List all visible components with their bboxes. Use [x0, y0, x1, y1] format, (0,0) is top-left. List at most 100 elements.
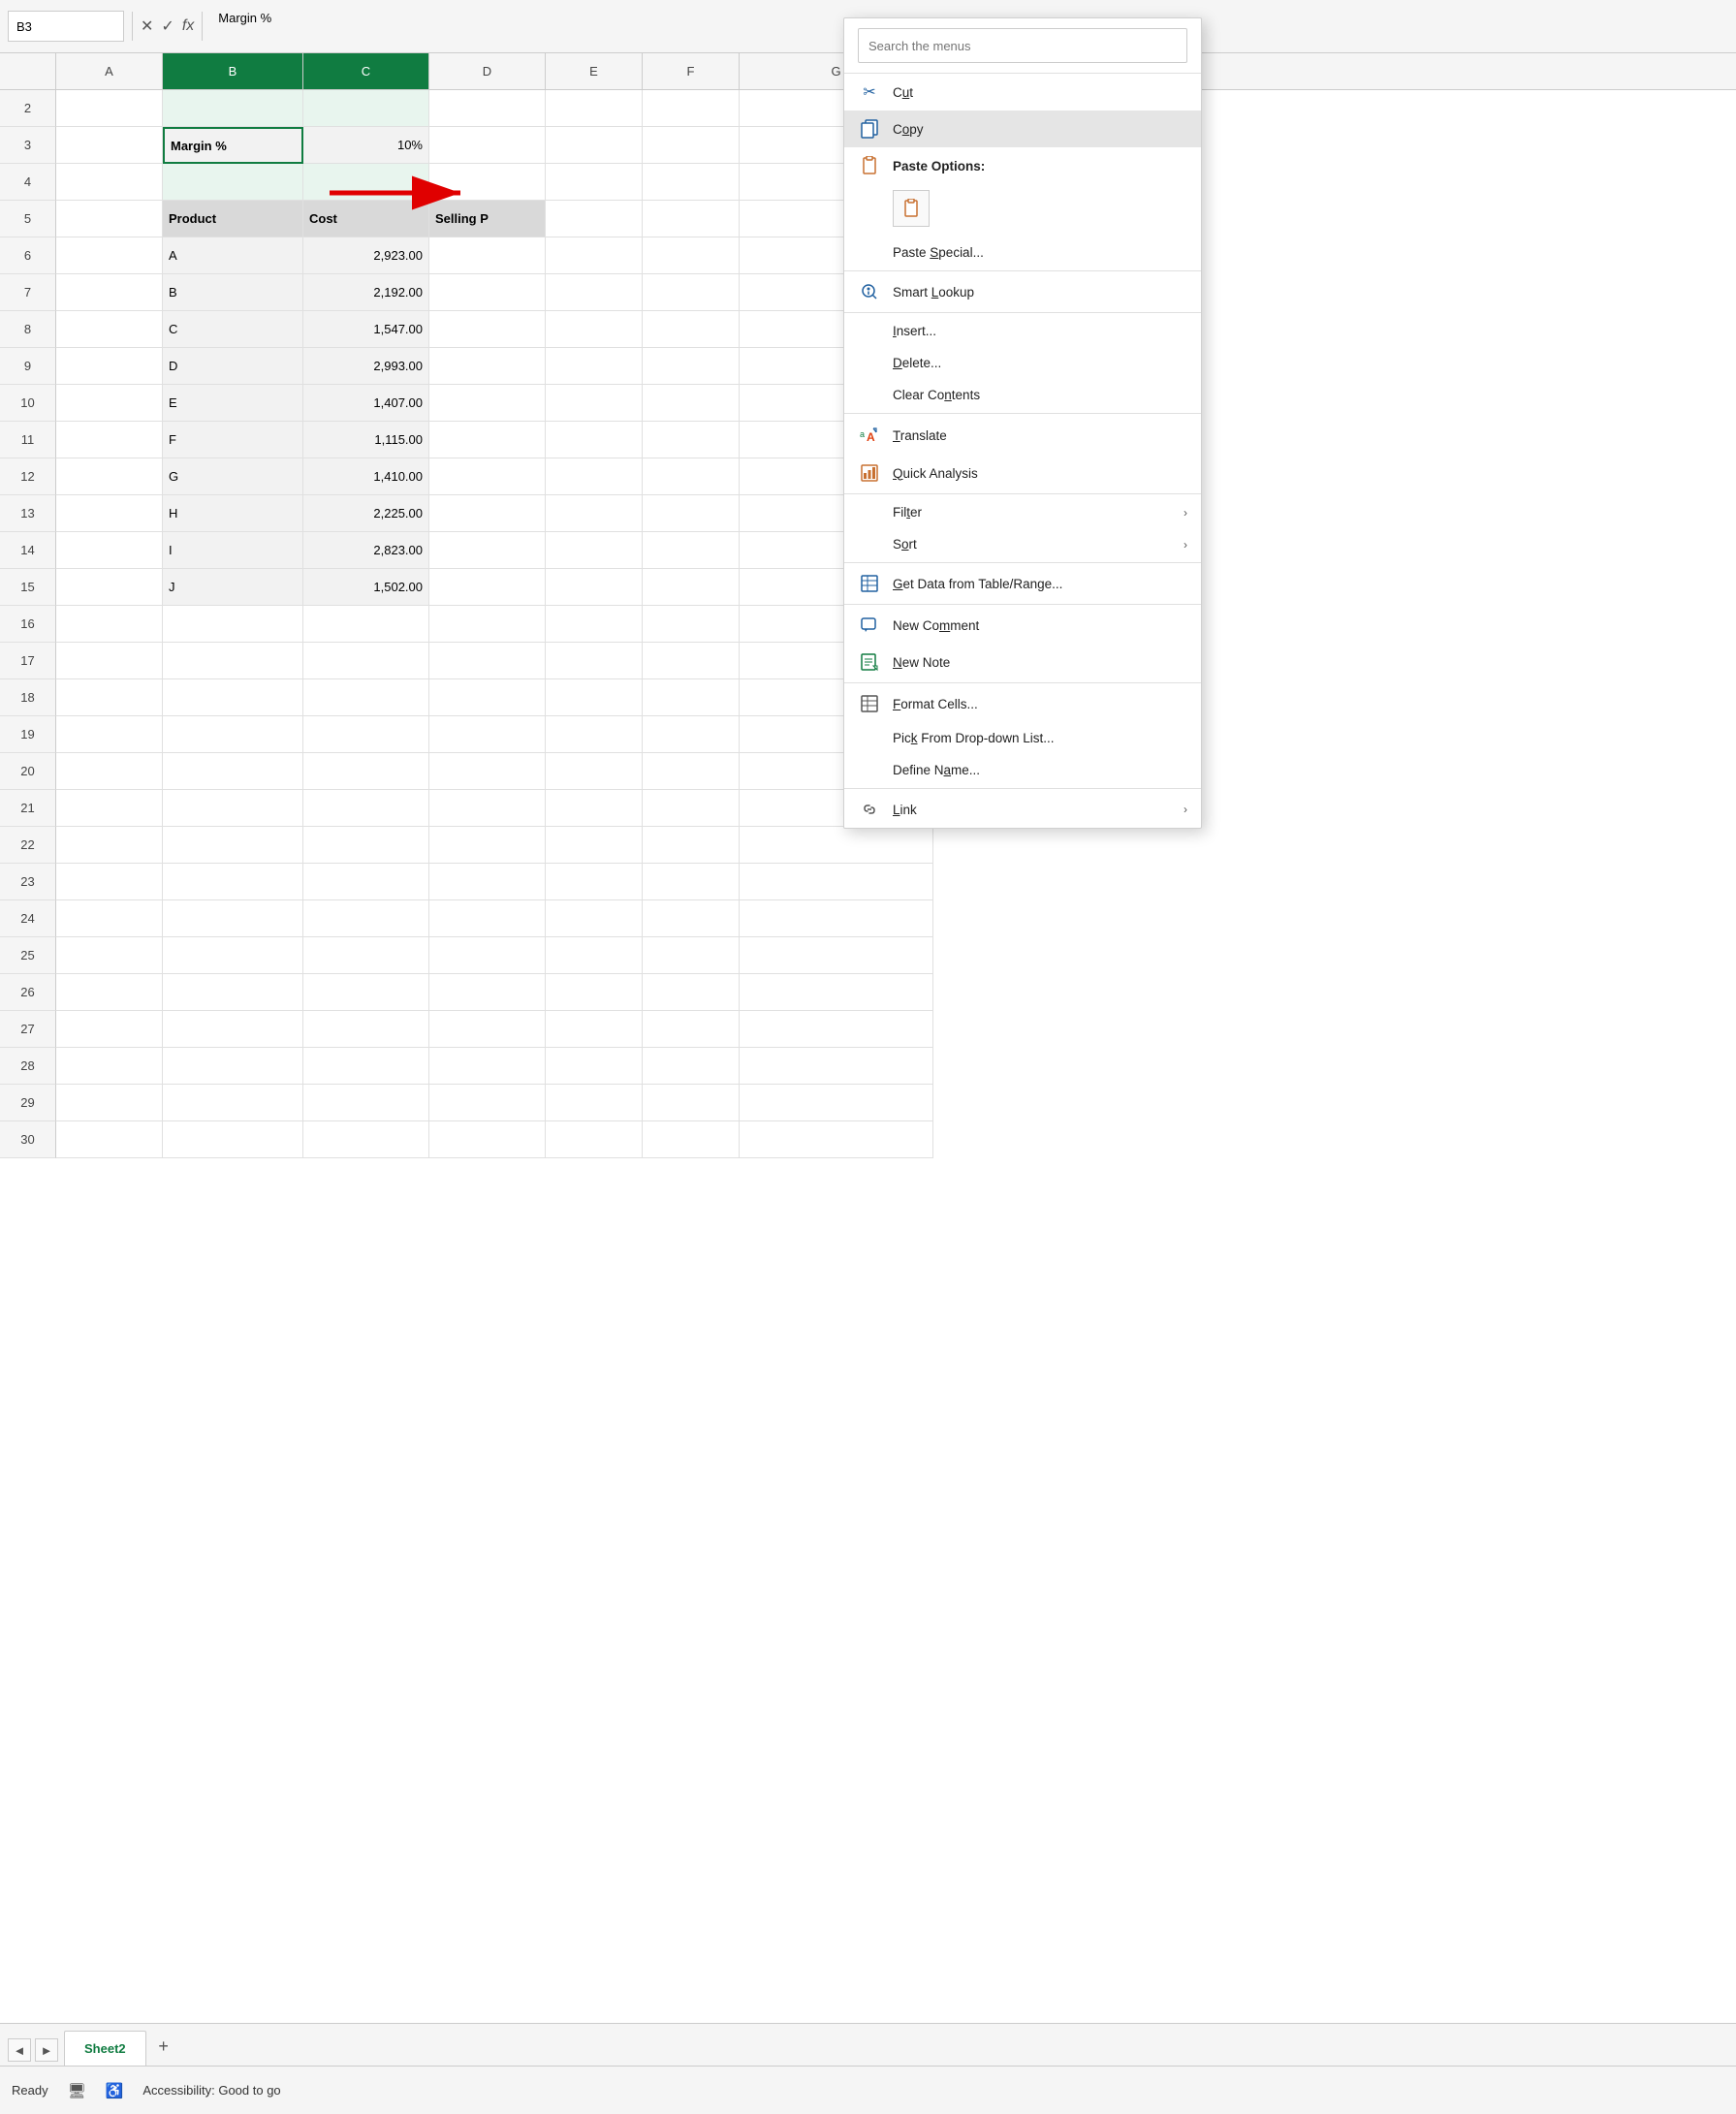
cell-f7[interactable] [643, 274, 740, 311]
cell-c6[interactable]: 2,923.00 [303, 237, 429, 274]
menu-item-smart-lookup[interactable]: Smart Lookup [844, 273, 1201, 310]
cell-b9[interactable]: D [163, 348, 303, 385]
col-header-c[interactable]: C [303, 53, 429, 89]
cell-b4[interactable] [163, 164, 303, 201]
cell-b10[interactable]: E [163, 385, 303, 422]
cell-f3[interactable] [643, 127, 740, 164]
cell-a14[interactable] [56, 532, 163, 569]
cell-c3[interactable]: 10% [303, 127, 429, 164]
cell-a15[interactable] [56, 569, 163, 606]
paste-icon-btn[interactable] [893, 190, 930, 227]
cell-f15[interactable] [643, 569, 740, 606]
cell-a12[interactable] [56, 458, 163, 495]
cell-a13[interactable] [56, 495, 163, 532]
menu-item-link[interactable]: Link › [844, 791, 1201, 828]
cell-f5[interactable] [643, 201, 740, 237]
cell-d8[interactable] [429, 311, 546, 348]
cell-f11[interactable] [643, 422, 740, 458]
menu-item-quick-analysis[interactable]: Quick Analysis [844, 455, 1201, 491]
cell-d10[interactable] [429, 385, 546, 422]
cell-e3[interactable] [546, 127, 643, 164]
cell-d7[interactable] [429, 274, 546, 311]
cell-a4[interactable] [56, 164, 163, 201]
fx-icon[interactable]: fx [182, 17, 194, 35]
cell-f12[interactable] [643, 458, 740, 495]
cell-e8[interactable] [546, 311, 643, 348]
sheet-tab-sheet2[interactable]: Sheet2 [64, 2031, 146, 2066]
col-header-a[interactable]: A [56, 53, 163, 89]
cell-f10[interactable] [643, 385, 740, 422]
cell-d11[interactable] [429, 422, 546, 458]
cell-d2[interactable] [429, 90, 546, 127]
menu-item-paste-special[interactable]: Paste Special... [844, 237, 1201, 268]
cell-d3[interactable] [429, 127, 546, 164]
menu-item-new-note[interactable]: New Note [844, 644, 1201, 680]
sheet-tab-add-button[interactable]: + [148, 2031, 179, 2062]
cell-c14[interactable]: 2,823.00 [303, 532, 429, 569]
menu-item-format-cells[interactable]: Format Cells... [844, 685, 1201, 722]
cell-f2[interactable] [643, 90, 740, 127]
cell-b7[interactable]: B [163, 274, 303, 311]
menu-item-get-data[interactable]: Get Data from Table/Range... [844, 565, 1201, 602]
menu-search-input[interactable] [858, 28, 1187, 63]
cell-e5[interactable] [546, 201, 643, 237]
cell-c13[interactable]: 2,225.00 [303, 495, 429, 532]
cell-c7[interactable]: 2,192.00 [303, 274, 429, 311]
cell-d13[interactable] [429, 495, 546, 532]
select-all-corner[interactable] [0, 53, 56, 89]
cell-a9[interactable] [56, 348, 163, 385]
cell-e10[interactable] [546, 385, 643, 422]
cell-c12[interactable]: 1,410.00 [303, 458, 429, 495]
col-header-d[interactable]: D [429, 53, 546, 89]
menu-item-clear-contents[interactable]: Clear Contents [844, 379, 1201, 411]
cell-f14[interactable] [643, 532, 740, 569]
cell-b2[interactable] [163, 90, 303, 127]
cell-d6[interactable] [429, 237, 546, 274]
cell-c9[interactable]: 2,993.00 [303, 348, 429, 385]
menu-item-define-name[interactable]: Define Name... [844, 754, 1201, 786]
cell-b13[interactable]: H [163, 495, 303, 532]
cell-e11[interactable] [546, 422, 643, 458]
cell-f6[interactable] [643, 237, 740, 274]
cell-b6[interactable]: A [163, 237, 303, 274]
sheet-nav-next-btn[interactable]: ► [35, 2038, 58, 2062]
menu-item-sort[interactable]: Sort › [844, 528, 1201, 560]
col-header-f[interactable]: F [643, 53, 740, 89]
menu-item-paste-options[interactable]: Paste Options: [844, 147, 1201, 184]
cell-a6[interactable] [56, 237, 163, 274]
cell-d9[interactable] [429, 348, 546, 385]
cell-d15[interactable] [429, 569, 546, 606]
cell-e9[interactable] [546, 348, 643, 385]
cell-c2[interactable] [303, 90, 429, 127]
col-header-e[interactable]: E [546, 53, 643, 89]
col-header-b[interactable]: B [163, 53, 303, 89]
menu-item-translate[interactable]: a A Translate [844, 416, 1201, 455]
cell-e12[interactable] [546, 458, 643, 495]
cell-c11[interactable]: 1,115.00 [303, 422, 429, 458]
confirm-icon[interactable]: ✓ [161, 16, 174, 36]
cell-a5[interactable] [56, 201, 163, 237]
menu-item-copy[interactable]: Copy [844, 110, 1201, 147]
menu-item-filter[interactable]: Filter › [844, 496, 1201, 528]
cell-a8[interactable] [56, 311, 163, 348]
cell-d12[interactable] [429, 458, 546, 495]
cell-f9[interactable] [643, 348, 740, 385]
cell-a3[interactable] [56, 127, 163, 164]
cell-a11[interactable] [56, 422, 163, 458]
cell-b14[interactable]: I [163, 532, 303, 569]
cell-b5[interactable]: Product [163, 201, 303, 237]
cell-b11[interactable]: F [163, 422, 303, 458]
cancel-icon[interactable]: ✕ [141, 16, 153, 36]
cell-e6[interactable] [546, 237, 643, 274]
cell-c15[interactable]: 1,502.00 [303, 569, 429, 606]
menu-item-insert[interactable]: Insert... [844, 315, 1201, 347]
cell-f13[interactable] [643, 495, 740, 532]
cell-f8[interactable] [643, 311, 740, 348]
cell-b15[interactable]: J [163, 569, 303, 606]
sheet-nav-prev-btn[interactable]: ◄ [8, 2038, 31, 2062]
menu-item-cut[interactable]: ✂ Cut [844, 74, 1201, 110]
cell-c10[interactable]: 1,407.00 [303, 385, 429, 422]
menu-item-delete[interactable]: Delete... [844, 347, 1201, 379]
cell-e2[interactable] [546, 90, 643, 127]
cell-a2[interactable] [56, 90, 163, 127]
